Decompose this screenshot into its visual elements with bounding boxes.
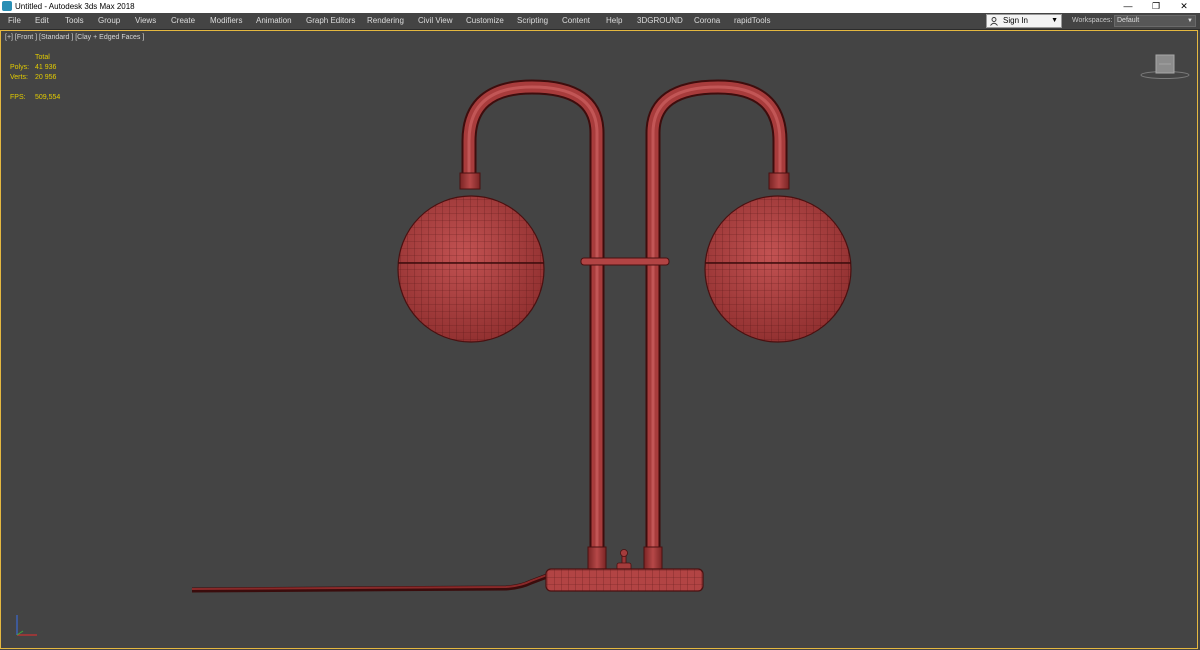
lamp-model[interactable]	[1, 31, 1197, 648]
menu-modifiers[interactable]: Modifiers	[210, 13, 242, 29]
menu-group[interactable]: Group	[98, 13, 120, 29]
menu-tools[interactable]: Tools	[65, 13, 84, 29]
window-title: Untitled - Autodesk 3ds Max 2018	[15, 2, 135, 11]
menu-create[interactable]: Create	[171, 13, 195, 29]
menu-file[interactable]: File	[8, 13, 21, 29]
menu-civil-view[interactable]: Civil View	[418, 13, 453, 29]
viewcube-icon[interactable]	[1139, 51, 1191, 81]
window-title-bar: Untitled - Autodesk 3ds Max 2018 — ❐ ✕	[0, 0, 1200, 13]
sign-in-label: Sign In	[1003, 16, 1028, 25]
user-icon	[990, 17, 998, 26]
axis-tripod-icon	[16, 615, 37, 636]
menu-rapidtools[interactable]: rapidTools	[734, 13, 770, 29]
menu-scripting[interactable]: Scripting	[517, 13, 548, 29]
switch-knob	[616, 549, 632, 571]
right-globe-shade	[704, 172, 852, 343]
chevron-down-icon: ▼	[1051, 17, 1058, 24]
menu-animation[interactable]: Animation	[256, 13, 292, 29]
front-viewport[interactable]: [+] [Front ] [Standard ] [Clay + Edged F…	[0, 30, 1198, 649]
chevron-down-icon: ▼	[1187, 18, 1193, 24]
menu-3dground[interactable]: 3DGROUND	[637, 13, 683, 29]
menu-content[interactable]: Content	[562, 13, 590, 29]
close-button[interactable]: ✕	[1170, 0, 1198, 13]
minimize-button[interactable]: —	[1114, 0, 1142, 13]
left-globe-shade	[397, 172, 545, 343]
menu-corona[interactable]: Corona	[694, 13, 720, 29]
lamp-base	[545, 568, 704, 592]
workspaces-select[interactable]: Default ▼	[1114, 15, 1196, 27]
restore-button[interactable]: ❐	[1142, 0, 1170, 13]
sign-in-dropdown[interactable]: Sign In ▼	[986, 14, 1062, 28]
menu-edit[interactable]: Edit	[35, 13, 49, 29]
menu-customize[interactable]: Customize	[466, 13, 504, 29]
power-cord	[191, 573, 548, 593]
menu-graph-editors[interactable]: Graph Editors	[306, 13, 355, 29]
menu-rendering[interactable]: Rendering	[367, 13, 404, 29]
3ds-max-app-icon[interactable]	[2, 1, 12, 11]
crossbar	[580, 257, 670, 266]
workspaces-label: Workspaces:	[1072, 17, 1113, 24]
menu-help[interactable]: Help	[606, 13, 622, 29]
menu-views[interactable]: Views	[135, 13, 156, 29]
workspaces-value: Default	[1117, 17, 1140, 24]
